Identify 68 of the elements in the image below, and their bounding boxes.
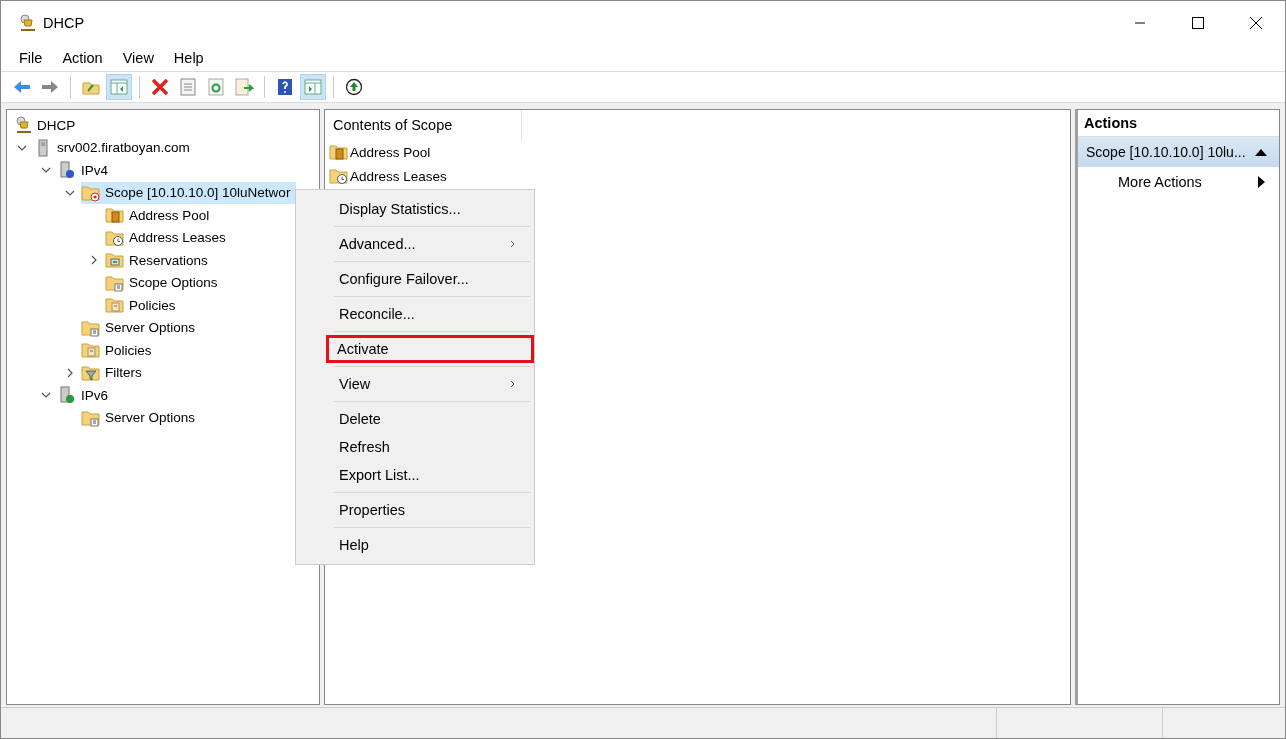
- menu-item[interactable]: View: [112, 48, 164, 68]
- tree-item[interactable]: Scope [10.10.10.0] 10luNetwor: [81, 181, 297, 204]
- console-tree-button[interactable]: [106, 74, 132, 100]
- window-title: DHCP: [43, 15, 86, 31]
- tree-item[interactable]: Filters: [81, 361, 148, 384]
- menu-item[interactable]: Properties: [330, 496, 530, 524]
- delete-icon: [150, 78, 170, 96]
- menu-item[interactable]: Configure Failover...: [330, 265, 530, 293]
- tree-item[interactable]: Reservations: [105, 249, 214, 272]
- folder-icon: [105, 228, 125, 247]
- menu-item[interactable]: Help: [330, 531, 530, 559]
- properties-icon: [178, 78, 198, 96]
- tree-item[interactable]: Scope Options: [105, 271, 224, 294]
- folder-icon: [329, 143, 349, 161]
- maximize-icon: [1192, 17, 1204, 29]
- trophy-icon: [13, 116, 33, 135]
- close-icon: [1250, 17, 1262, 29]
- folder-icon: [81, 318, 101, 337]
- pane-icon: [109, 78, 129, 96]
- tree-item[interactable]: Server Options: [81, 316, 202, 339]
- refresh-icon: [206, 78, 226, 96]
- menu-item[interactable]: Activate: [326, 335, 534, 363]
- list-item[interactable]: Address Leases: [325, 164, 1070, 188]
- folder-icon: [81, 408, 101, 427]
- menu-item[interactable]: Export List...: [330, 461, 530, 489]
- folder-icon: [329, 167, 349, 185]
- folder-icon: [105, 273, 125, 292]
- pane-icon: [303, 78, 323, 96]
- tree-item[interactable]: DHCP: [13, 114, 82, 137]
- folder-icon: [105, 206, 125, 225]
- tree-item[interactable]: IPv6: [57, 384, 114, 407]
- tree-item[interactable]: IPv4: [57, 159, 114, 182]
- up-arrow-circle-icon: [344, 78, 364, 96]
- menu-item[interactable]: File: [9, 48, 53, 68]
- menu-item[interactable]: View: [330, 370, 530, 398]
- tree-item[interactable]: Policies: [105, 294, 182, 317]
- tree-item[interactable]: Address Leases: [105, 226, 232, 249]
- folder-icon: [81, 341, 101, 360]
- actions-section[interactable]: Scope [10.10.10.0] 10lu...: [1078, 137, 1279, 167]
- folder-icon: [81, 183, 101, 202]
- menu-item[interactable]: Action: [52, 48, 113, 68]
- server-icon: [57, 386, 77, 405]
- folder-icon: [81, 363, 101, 382]
- tree-item[interactable]: Server Options: [81, 406, 202, 429]
- chevron-icon[interactable]: [89, 255, 99, 266]
- menu-item[interactable]: Refresh: [330, 433, 530, 461]
- menu-item[interactable]: Delete: [330, 405, 530, 433]
- tree-item[interactable]: Address Pool: [105, 204, 216, 227]
- column-header[interactable]: Contents of Scope: [325, 110, 522, 140]
- export-icon: [234, 78, 254, 96]
- server-icon: [57, 161, 77, 180]
- menu-item[interactable]: Advanced...: [330, 230, 530, 258]
- back-arrow-icon: [12, 78, 32, 96]
- menu-item[interactable]: Help: [163, 48, 214, 68]
- forward-arrow-icon: [40, 78, 60, 96]
- chevron-icon[interactable]: [65, 367, 75, 378]
- menu-item[interactable]: Display Statistics...: [330, 195, 530, 223]
- trophy-icon: [17, 14, 37, 32]
- submenu-arrow-icon: [1258, 176, 1265, 188]
- tree-item[interactable]: Policies: [81, 339, 158, 362]
- list-item[interactable]: Address Pool: [325, 140, 1070, 164]
- folder-icon: [105, 251, 125, 270]
- folder-icon: [105, 296, 125, 315]
- action-item[interactable]: More Actions: [1078, 167, 1279, 197]
- tree-item[interactable]: srv002.firatboyan.com: [33, 136, 196, 159]
- menu-item[interactable]: Reconcile...: [330, 300, 530, 328]
- help-icon: [275, 78, 295, 96]
- collapse-icon[interactable]: [1255, 148, 1267, 156]
